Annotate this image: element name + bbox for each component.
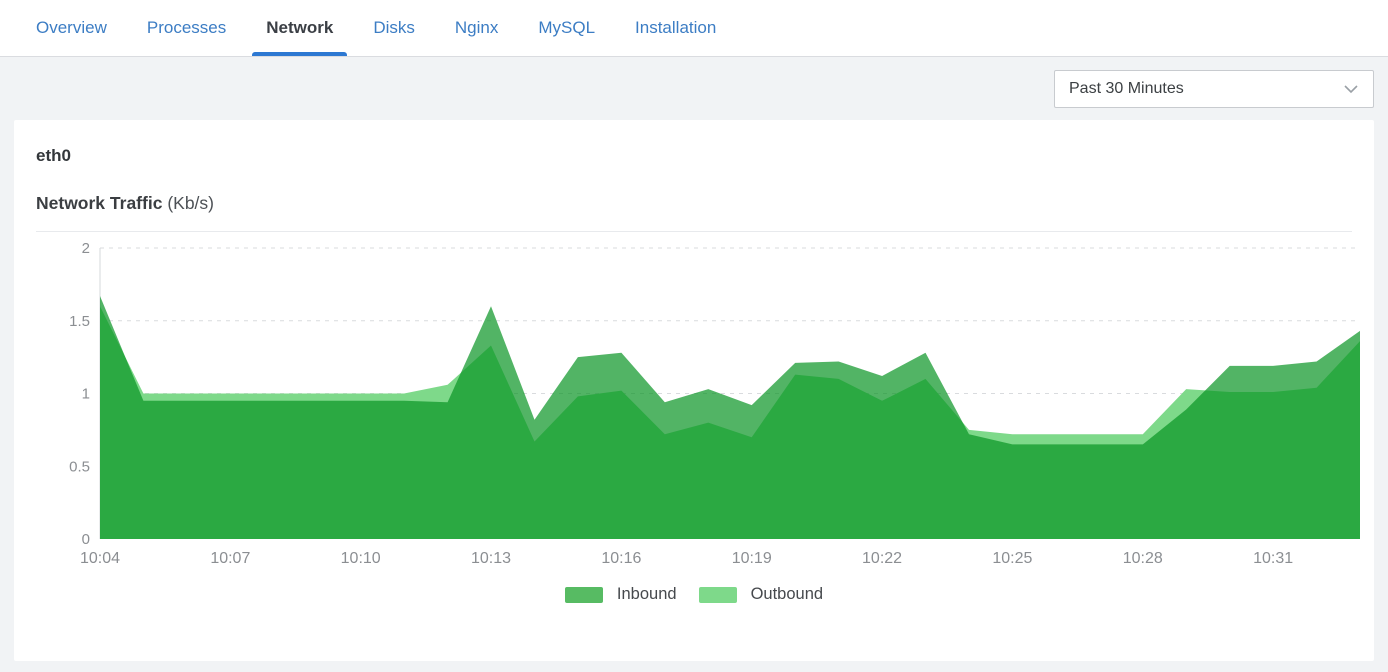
legend-item-inbound: Inbound [565,585,677,604]
y-tick-label: 0.5 [69,458,90,475]
y-tick-label: 1 [82,386,90,403]
legend-label: Inbound [617,585,677,604]
chart-title-main: Network Traffic [36,193,162,213]
interface-title: eth0 [36,146,1352,166]
tab-network[interactable]: Network [252,0,347,56]
toolbar: Past 30 Minutes [0,57,1388,120]
x-tick-label: 10:10 [341,550,381,567]
tab-bar: OverviewProcessesNetworkDisksNginxMySQLI… [0,0,1388,57]
chart-wrap: 0 0.5 1 1.5 2 10:04 10:07 10:10 10:13 10:16 10:19 1… [36,232,1352,582]
x-tick-label: 10:31 [1253,550,1293,567]
tab-installation[interactable]: Installation [621,0,730,56]
chart-legend: Inbound Outbound [36,585,1352,604]
time-range-value: Past 30 Minutes [1069,80,1341,98]
x-tick-label: 10:04 [80,550,120,567]
x-tick-label: 10:13 [471,550,511,567]
time-range-select[interactable]: Past 30 Minutes [1054,70,1374,108]
tab-mysql[interactable]: MySQL [524,0,609,56]
chevron-down-icon [1341,79,1361,99]
traffic-chart[interactable]: 0 0.5 1 1.5 2 10:04 10:07 10:10 10:13 10:16 10:19 1… [36,232,1380,577]
tab-processes[interactable]: Processes [133,0,240,56]
legend-item-outbound: Outbound [699,585,823,604]
x-tick-label: 10:25 [992,550,1032,567]
x-tick-label: 10:22 [862,550,902,567]
x-tick-label: 10:19 [732,550,772,567]
chart-title: Network Traffic (Kb/s) [36,193,1352,214]
y-tick-label: 1.5 [69,313,90,330]
legend-label: Outbound [751,585,823,604]
outbound-swatch-icon [699,587,737,603]
x-tick-label: 10:07 [210,550,250,567]
tab-nginx[interactable]: Nginx [441,0,512,56]
tab-disks[interactable]: Disks [359,0,429,56]
x-tick-label: 10:28 [1123,550,1163,567]
y-tick-label: 2 [82,240,90,257]
chart-title-unit: (Kb/s) [167,193,214,213]
inbound-swatch-icon [565,587,603,603]
network-panel: eth0 Network Traffic (Kb/s) 0 0.5 1 1.5 2 10:… [14,120,1374,661]
tab-overview[interactable]: Overview [22,0,121,56]
y-tick-label: 0 [82,531,90,548]
x-tick-label: 10:16 [601,550,641,567]
